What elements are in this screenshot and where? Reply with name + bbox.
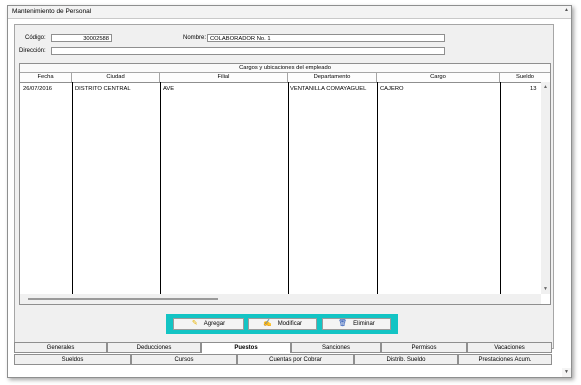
codigo-label: Código: [25, 35, 46, 41]
col-divider [160, 82, 161, 294]
col-header-fecha[interactable]: Fecha [20, 73, 72, 82]
row-cargo[interactable]: CAJERO [380, 86, 404, 92]
col-divider [377, 82, 378, 294]
nombre-field[interactable]: COLABORADOR No. 1 [207, 34, 445, 42]
tab-row-1: Generales Deducciones Puestos Sanciones … [14, 342, 552, 354]
col-header-departamento[interactable]: Departamento [288, 73, 377, 82]
codigo-field[interactable]: 30002588 [51, 34, 112, 42]
row-sueldo[interactable]: 13 [530, 86, 536, 92]
col-divider [500, 82, 501, 294]
col-header-sueldo[interactable]: Sueldo [500, 73, 550, 82]
delete-button[interactable]: 🗑 Eliminar [322, 318, 391, 330]
tab-generales[interactable]: Generales [14, 342, 107, 353]
tab-vacaciones[interactable]: Vacaciones [467, 342, 552, 353]
modify-button-label: Modificar [277, 321, 303, 327]
personnel-window: Mantenimiento de Personal ▲ ▼ Código: 30… [7, 5, 572, 378]
tab-deducciones[interactable]: Deducciones [107, 342, 201, 353]
window-titlebar: Mantenimiento de Personal [8, 6, 571, 19]
window-scroll-down-icon[interactable]: ▼ [562, 368, 571, 377]
tab-permisos[interactable]: Permisos [381, 342, 467, 353]
tab-row-2: Sueldos Cursos Cuentas por Cobrar Distri… [14, 354, 552, 366]
modify-button[interactable]: ✍ Modificar [248, 318, 317, 330]
row-filial[interactable]: AVE [163, 86, 174, 92]
col-header-cargo[interactable]: Cargo [377, 73, 500, 82]
scroll-down-icon[interactable]: ▼ [543, 286, 548, 292]
positions-grid: Cargos y ubicaciones del empleado Fecha … [19, 63, 551, 305]
direccion-field[interactable] [51, 47, 445, 55]
tab-distrib-sueldo[interactable]: Distrib. Sueldo [354, 354, 458, 365]
tab-cuentas-por-cobrar[interactable]: Cuentas por Cobrar [237, 354, 354, 365]
pencil-icon: ✎ [191, 320, 198, 327]
tab-prestaciones-acum[interactable]: Prestaciones Acum. [458, 354, 552, 365]
add-button-label: Agregar [203, 321, 226, 327]
col-divider [72, 82, 73, 294]
direccion-label: Dirección: [19, 48, 46, 54]
action-button-bar: ✎ Agregar ✍ Modificar 🗑 Eliminar [166, 314, 398, 334]
tab-sanciones[interactable]: Sanciones [291, 342, 381, 353]
grid-horizontal-scrollbar[interactable] [20, 294, 541, 304]
col-header-ciudad[interactable]: Ciudad [72, 73, 160, 82]
row-departamento[interactable]: VENTANILLA COMAYAGUEL [290, 86, 366, 92]
col-header-filial[interactable]: Filial [160, 73, 288, 82]
col-divider [288, 82, 289, 294]
tab-puestos[interactable]: Puestos [201, 342, 291, 353]
window-scroll-up-icon[interactable]: ▲ [562, 6, 571, 15]
scroll-up-icon[interactable]: ▲ [543, 84, 548, 90]
grid-vertical-scrollbar[interactable]: ▲ ▼ [541, 82, 550, 294]
tab-cursos[interactable]: Cursos [131, 354, 237, 365]
row-fecha[interactable]: 26/07/2016 [23, 86, 52, 92]
window-title: Mantenimiento de Personal [12, 8, 92, 15]
add-button[interactable]: ✎ Agregar [173, 318, 244, 330]
tab-sueldos[interactable]: Sueldos [14, 354, 131, 365]
grid-header: Fecha Ciudad Filial Departamento Cargo S… [20, 73, 550, 83]
grid-title: Cargos y ubicaciones del empleado [20, 64, 550, 73]
row-ciudad[interactable]: DISTRITO CENTRAL [75, 86, 131, 92]
edit-document-icon: ✍ [262, 320, 272, 327]
main-panel: Código: 30002588 Nombre: COLABORADOR No.… [14, 24, 554, 349]
delete-button-label: Eliminar [353, 321, 375, 327]
horizontal-scroll-thumb[interactable] [28, 298, 218, 300]
trash-icon: 🗑 [338, 320, 348, 327]
nombre-label: Nombre: [183, 35, 207, 41]
